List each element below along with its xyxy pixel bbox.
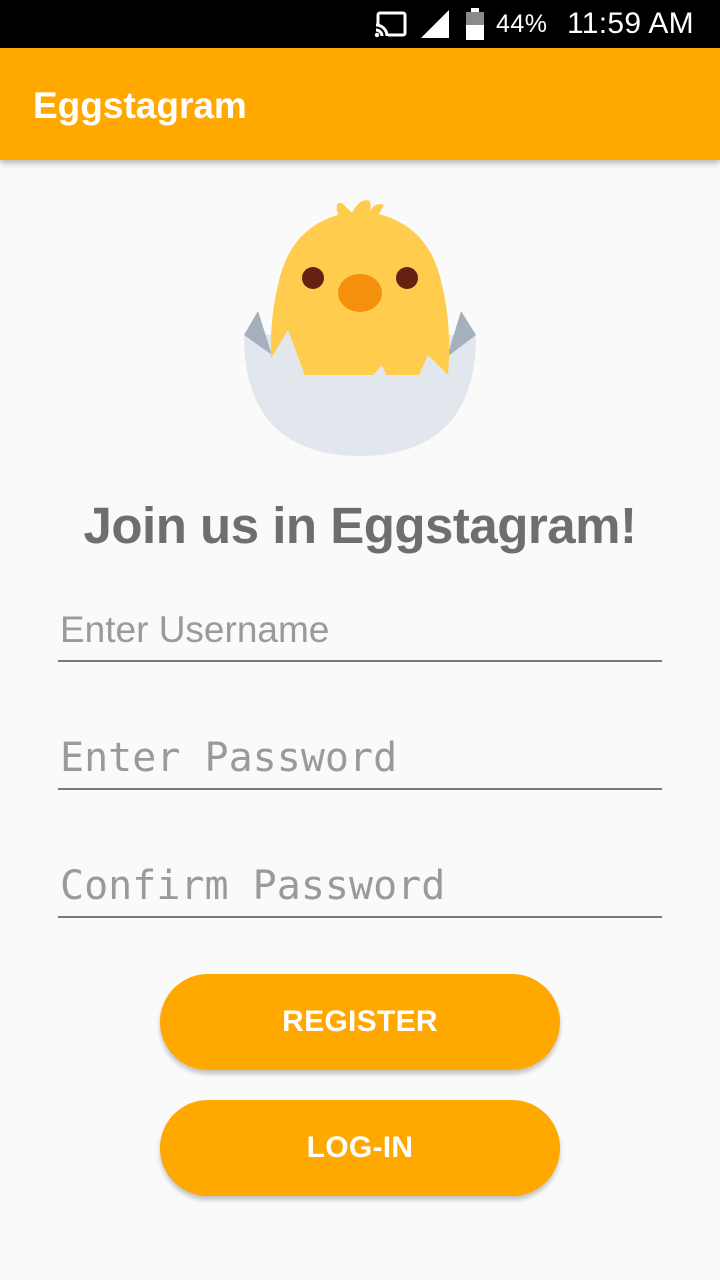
register-screen: 44% 11:59 AM Eggstagram Join us in Eggst… (0, 0, 720, 1280)
confirm-password-input[interactable] (60, 856, 660, 916)
cast-icon (374, 0, 408, 48)
battery-icon (464, 0, 486, 48)
battery-percent: 44% (496, 9, 548, 38)
signal-icon (420, 0, 450, 48)
username-field (58, 600, 662, 662)
password-field (58, 728, 662, 790)
app-title: Eggstagram (33, 85, 247, 126)
app-bar: Eggstagram (0, 48, 720, 160)
confirm-password-field (58, 856, 662, 918)
username-input[interactable] (60, 600, 660, 660)
status-bar: 44% 11:59 AM (0, 0, 720, 48)
register-button[interactable]: REGISTER (160, 974, 560, 1070)
clock: 11:59 AM (567, 7, 694, 40)
hatching-chick-icon (230, 195, 490, 460)
page-heading: Join us in Eggstagram! (83, 497, 637, 554)
login-button[interactable]: LOG-IN (160, 1100, 560, 1196)
password-input[interactable] (60, 728, 660, 788)
